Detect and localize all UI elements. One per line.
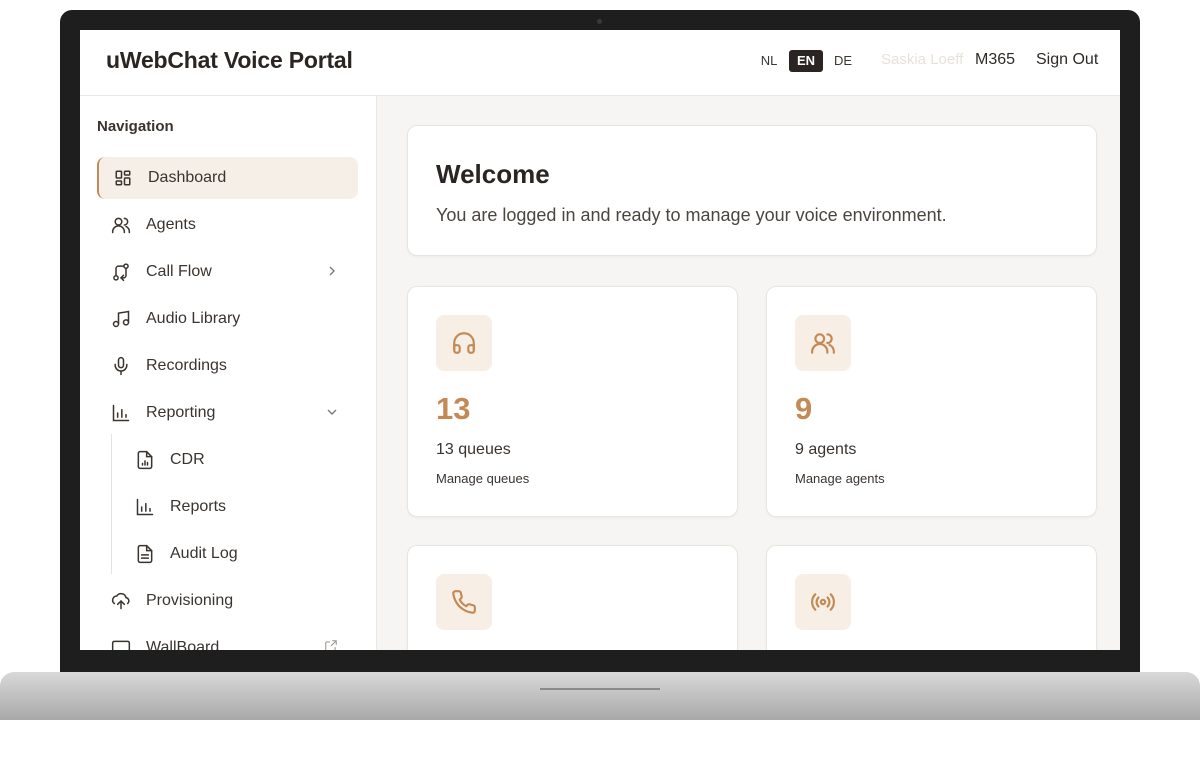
sign-out-button[interactable]: Sign Out [1036, 51, 1098, 69]
live-card[interactable] [766, 545, 1097, 650]
sidebar: Navigation Dashboard Agents Call Flow Au… [80, 96, 377, 650]
cloud-upload-icon [110, 590, 132, 612]
sidebar-item-label: Dashboard [148, 169, 227, 186]
sidebar-item-audit-log[interactable]: Audit Log [121, 533, 358, 575]
sidebar-item-call-flow[interactable]: Call Flow [97, 251, 358, 293]
lang-nl[interactable]: NL [756, 50, 782, 72]
sidebar-item-label: Agents [146, 216, 196, 233]
sidebar-item-label: Call Flow [146, 263, 212, 280]
user-name: Saskia Loeff [881, 51, 964, 68]
submenu-guide [111, 434, 112, 574]
sidebar-item-dashboard[interactable]: Dashboard [97, 157, 358, 199]
radio-icon [795, 574, 851, 630]
queues-card[interactable]: 13 13 queues Manage queues [407, 286, 738, 517]
music-icon [110, 308, 132, 330]
dashboard-icon [112, 167, 134, 189]
sidebar-item-label: WallBoard [146, 639, 220, 650]
headphones-icon [436, 315, 492, 371]
sidebar-item-label: CDR [170, 451, 205, 468]
monitor-icon [110, 637, 132, 650]
bar-chart-icon [134, 496, 156, 518]
sidebar-item-reports[interactable]: Reports [121, 486, 358, 528]
sidebar-item-reporting[interactable]: Reporting [97, 392, 358, 434]
laptop-notch [540, 688, 660, 690]
sidebar-item-label: Reports [170, 498, 227, 515]
sidebar-item-cdr[interactable]: CDR [121, 439, 358, 481]
app-screen: uWebChat Voice Portal NL EN DE Saskia Lo… [80, 30, 1120, 650]
lang-de[interactable]: DE [830, 50, 856, 72]
laptop-base [0, 672, 1200, 720]
queues-label: 13 queues [436, 441, 511, 458]
lang-en[interactable]: EN [789, 50, 823, 72]
sidebar-item-label: Reporting [146, 404, 216, 421]
users-icon [110, 214, 132, 236]
flow-icon [110, 261, 132, 283]
brand-title: uWebChat Voice Portal [106, 47, 353, 73]
sidebar-item-label: Audit Log [170, 545, 238, 562]
sidebar-item-agents[interactable]: Agents [97, 204, 358, 246]
chevron-right-icon [324, 263, 340, 279]
chevron-down-icon [324, 404, 340, 420]
sidebar-item-label: Provisioning [146, 592, 234, 609]
file-chart-icon [134, 449, 156, 471]
sidebar-item-recordings[interactable]: Recordings [97, 345, 358, 387]
calls-card[interactable] [407, 545, 738, 650]
manage-agents-link[interactable]: Manage agents [795, 471, 885, 486]
agents-card[interactable]: 9 9 agents Manage agents [766, 286, 1097, 517]
file-text-icon [134, 543, 156, 565]
tenant-label: M365 [975, 51, 1016, 68]
external-link-icon [324, 639, 340, 650]
sidebar-item-label: Audio Library [146, 310, 241, 327]
nav-title: Navigation [97, 118, 174, 135]
sidebar-item-label: Recordings [146, 357, 227, 374]
welcome-card: Welcome You are logged in and ready to m… [407, 125, 1097, 256]
camera-icon [597, 19, 602, 24]
sidebar-item-provisioning[interactable]: Provisioning [97, 580, 358, 622]
queues-count: 13 [436, 391, 471, 426]
agents-count: 9 [795, 391, 813, 426]
welcome-text: You are logged in and ready to manage yo… [436, 205, 947, 225]
welcome-title: Welcome [436, 159, 550, 189]
sidebar-item-wallboard[interactable]: WallBoard [97, 627, 358, 650]
top-bar: uWebChat Voice Portal NL EN DE Saskia Lo… [80, 30, 1120, 96]
agents-label: 9 agents [795, 441, 857, 458]
users-icon [795, 315, 851, 371]
manage-queues-link[interactable]: Manage queues [436, 471, 529, 486]
mic-icon [110, 355, 132, 377]
bar-chart-icon [110, 402, 132, 424]
sidebar-item-audio-library[interactable]: Audio Library [97, 298, 358, 340]
phone-icon [436, 574, 492, 630]
